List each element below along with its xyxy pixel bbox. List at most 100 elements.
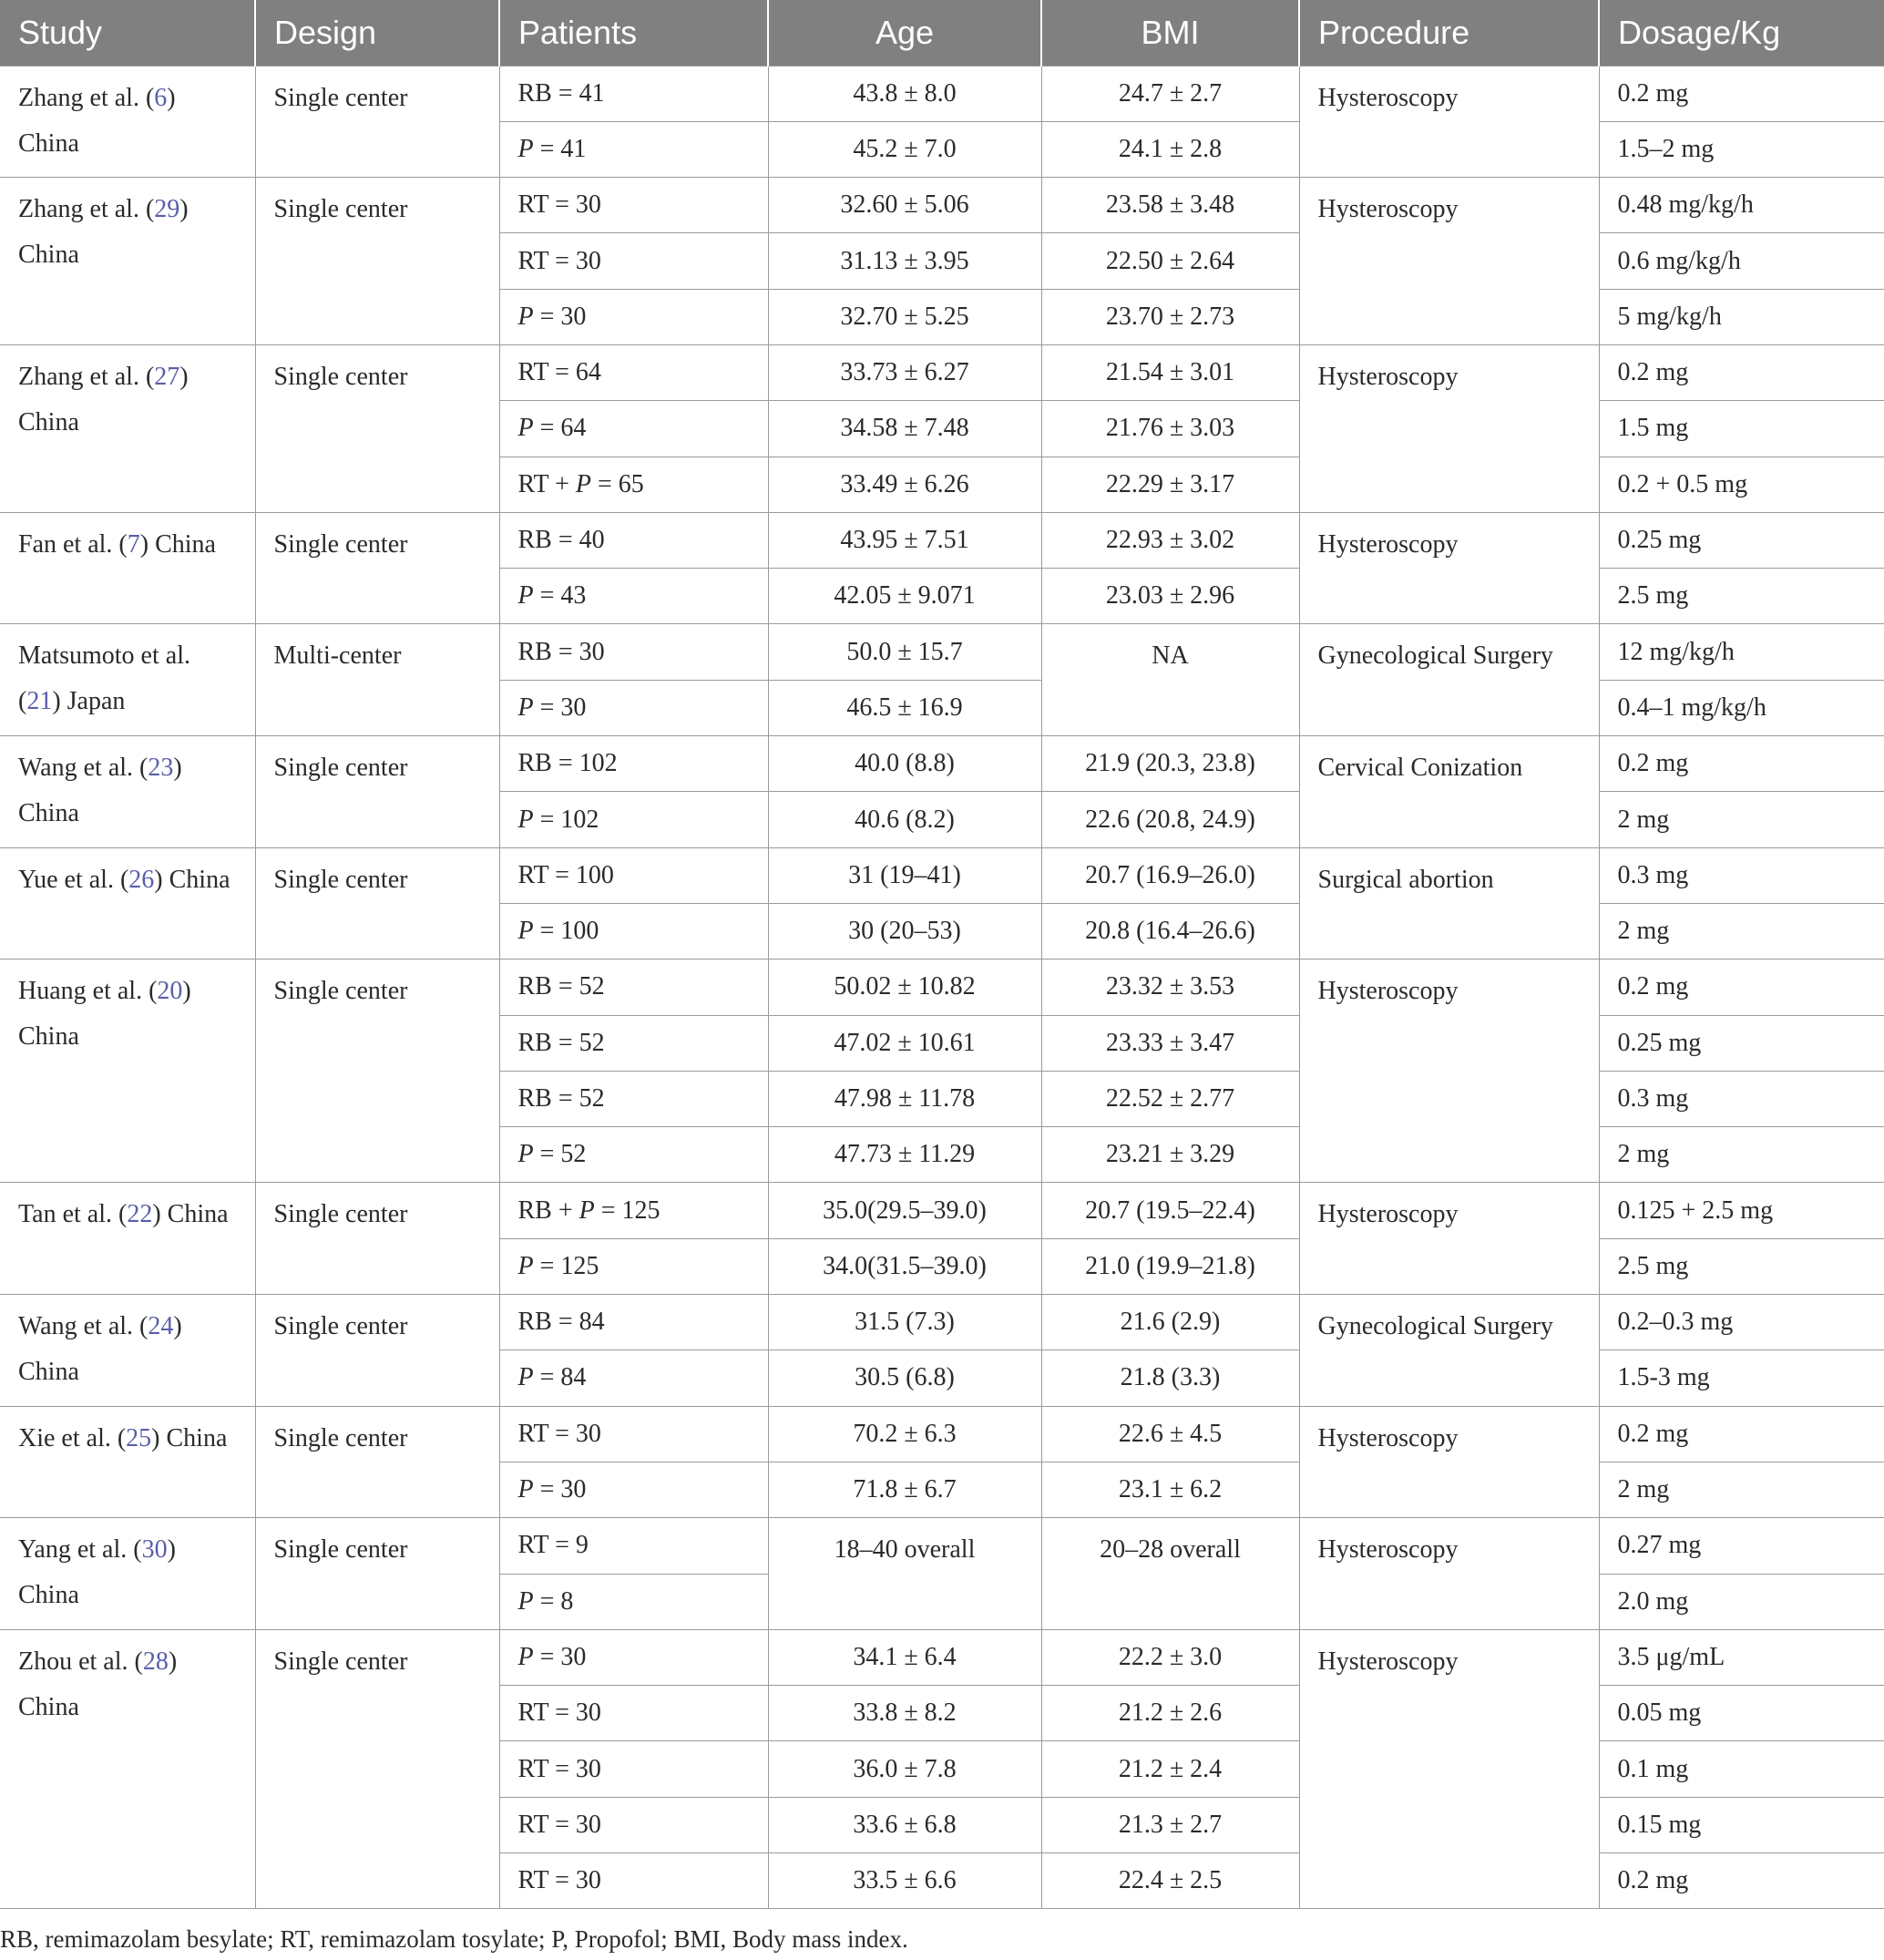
study-reference-link[interactable]: 24	[148, 1312, 173, 1340]
study-reference-link[interactable]: 22	[127, 1200, 152, 1228]
patients-cell: P = 84	[499, 1349, 769, 1407]
bmi-cell: 23.32 ± 3.53	[1040, 959, 1300, 1016]
design-cell: Single center	[254, 1182, 500, 1296]
study-reference-link[interactable]: 6	[154, 84, 167, 112]
study-reference-link[interactable]: 29	[154, 195, 179, 223]
patients-text: RT = 30	[517, 1810, 601, 1839]
bmi-cell: 22.2 ± 3.0	[1040, 1628, 1300, 1687]
study-reference-link[interactable]: 7	[128, 530, 140, 559]
patients-cell: RT = 30	[499, 1685, 769, 1742]
design-cell: Single center	[254, 177, 500, 345]
age-cell: 34.58 ± 7.48	[767, 400, 1042, 457]
study-author: Wang et al. (	[18, 754, 148, 783]
study-cell: Wang et al. (23) China	[0, 735, 256, 848]
age-cell: 43.8 ± 8.0	[767, 65, 1042, 122]
study-reference-link[interactable]: 25	[126, 1424, 151, 1452]
table-row: Fan et al. (7) China Single center RB = 40…	[0, 511, 1884, 625]
study-reference-link[interactable]: 30	[142, 1535, 168, 1564]
dosage-cell: 0.3 mg	[1598, 847, 1884, 904]
study-country: China	[18, 128, 79, 158]
study-country: China	[18, 799, 79, 828]
bmi-cell: 21.0 (19.9–21.8)	[1040, 1237, 1300, 1296]
age-cell: 18–40 overall	[767, 1517, 1042, 1630]
patients-text: RB = 52	[517, 972, 605, 1001]
patients-cell: RT = 30	[498, 177, 769, 234]
patients-text: = 84	[533, 1363, 587, 1392]
study-suffix: )	[167, 83, 176, 112]
study-reference-link[interactable]: 28	[143, 1647, 169, 1676]
study-reference-link[interactable]: 26	[128, 866, 154, 894]
bmi-cell: 23.33 ± 3.47	[1040, 1014, 1300, 1072]
table-row: Matsumoto et al. (21) Japan Multi-center RB…	[0, 623, 1884, 737]
patients-cell: RT = 30	[498, 1405, 769, 1462]
age-cell: 30.5 (6.8)	[767, 1349, 1042, 1407]
study-country: China	[18, 1022, 79, 1052]
patients-text: RB = 30	[517, 637, 605, 666]
study-suffix: )	[173, 1312, 182, 1341]
patients-cell: P = 102	[499, 791, 769, 848]
age-cell: 71.8 ± 6.7	[767, 1461, 1042, 1519]
propofol-symbol: P	[517, 1363, 534, 1392]
patients-cell: P = 43	[499, 568, 769, 625]
age-cell: 35.0(29.5–39.0)	[767, 1182, 1042, 1239]
patients-text: RT = 64	[517, 358, 601, 387]
propofol-symbol: P	[517, 414, 534, 443]
patients-text: RT = 30	[517, 1698, 601, 1728]
propofol-symbol: P	[517, 805, 534, 834]
design-cell: Single center	[254, 344, 500, 513]
table-row: Huang et al. (20) China Single center RB = …	[0, 959, 1884, 1184]
study-suffix: ) China	[152, 1200, 229, 1229]
dosage-cell: 5 mg/kg/h	[1598, 288, 1884, 345]
bmi-cell: 20.7 (16.9–26.0)	[1040, 847, 1300, 904]
dosage-cell: 2.5 mg	[1598, 568, 1884, 625]
age-cell: 34.0(31.5–39.0)	[767, 1237, 1042, 1296]
study-suffix: )	[179, 362, 189, 391]
dosage-cell: 0.2–0.3 mg	[1598, 1294, 1884, 1351]
table-row: Xie et al. (25) China Single center RT = 3…	[0, 1405, 1884, 1519]
age-cell: 47.98 ± 11.78	[767, 1070, 1042, 1128]
dosage-cell: 0.05 mg	[1598, 1685, 1884, 1742]
study-open-paren: (	[18, 687, 27, 716]
bmi-cell: 22.52 ± 2.77	[1040, 1070, 1300, 1128]
dosage-cell: 2 mg	[1598, 791, 1884, 848]
design-cell: Single center	[254, 511, 500, 625]
patients-text: RB = 52	[517, 1028, 605, 1057]
patients-cell: RB = 102	[498, 735, 769, 793]
age-cell: 33.5 ± 6.6	[767, 1852, 1042, 1910]
table-row: Yue et al. (26) China Single center RT = 1…	[0, 847, 1884, 960]
study-suffix: ) China	[139, 529, 216, 559]
table-row: Zhang et al. (27) China Single center RT = …	[0, 344, 1884, 513]
dosage-cell: 0.2 + 0.5 mg	[1598, 456, 1884, 513]
age-cell: 70.2 ± 6.3	[767, 1405, 1042, 1462]
dosage-cell: 0.125 + 2.5 mg	[1598, 1182, 1884, 1239]
procedure-cell: Hysteroscopy	[1298, 65, 1600, 179]
study-reference-link[interactable]: 20	[157, 977, 182, 1005]
bmi-cell: NA	[1040, 623, 1300, 737]
bmi-cell: 22.4 ± 2.5	[1040, 1852, 1300, 1910]
patients-text: RT = 100	[517, 860, 614, 889]
patients-cell: P = 125	[499, 1237, 769, 1296]
design-cell: Single center	[254, 1517, 500, 1630]
bmi-cell: 23.03 ± 2.96	[1040, 568, 1300, 625]
header-patients: Patients	[499, 0, 769, 66]
age-cell: 40.6 (8.2)	[767, 791, 1042, 848]
dosage-cell: 0.15 mg	[1598, 1796, 1884, 1854]
study-suffix: )	[179, 195, 189, 224]
bmi-cell: 22.6 ± 4.5	[1040, 1405, 1300, 1462]
procedure-cell: Hysteroscopy	[1298, 511, 1600, 625]
bmi-cell: 22.6 (20.8, 24.9)	[1040, 791, 1300, 848]
study-reference-link[interactable]: 21	[26, 687, 52, 715]
procedure-cell: Hysteroscopy	[1298, 1517, 1600, 1630]
study-author: Xie et al. (	[18, 1423, 127, 1452]
table-row: Tan et al. (22) China Single center RB + P…	[0, 1182, 1884, 1296]
header-study: Study	[0, 0, 256, 66]
propofol-symbol: P	[517, 1642, 534, 1671]
procedure-cell: Surgical abortion	[1298, 847, 1600, 960]
study-reference-link[interactable]: 27	[154, 363, 179, 391]
study-country: China	[18, 1692, 79, 1721]
study-reference-link[interactable]: 23	[148, 754, 173, 782]
procedure-cell: Gynecological Surgery	[1298, 623, 1600, 737]
design-cell: Single center	[254, 735, 500, 848]
patients-text: = 8	[533, 1586, 574, 1616]
study-author: Zhang et al. (	[18, 195, 155, 224]
